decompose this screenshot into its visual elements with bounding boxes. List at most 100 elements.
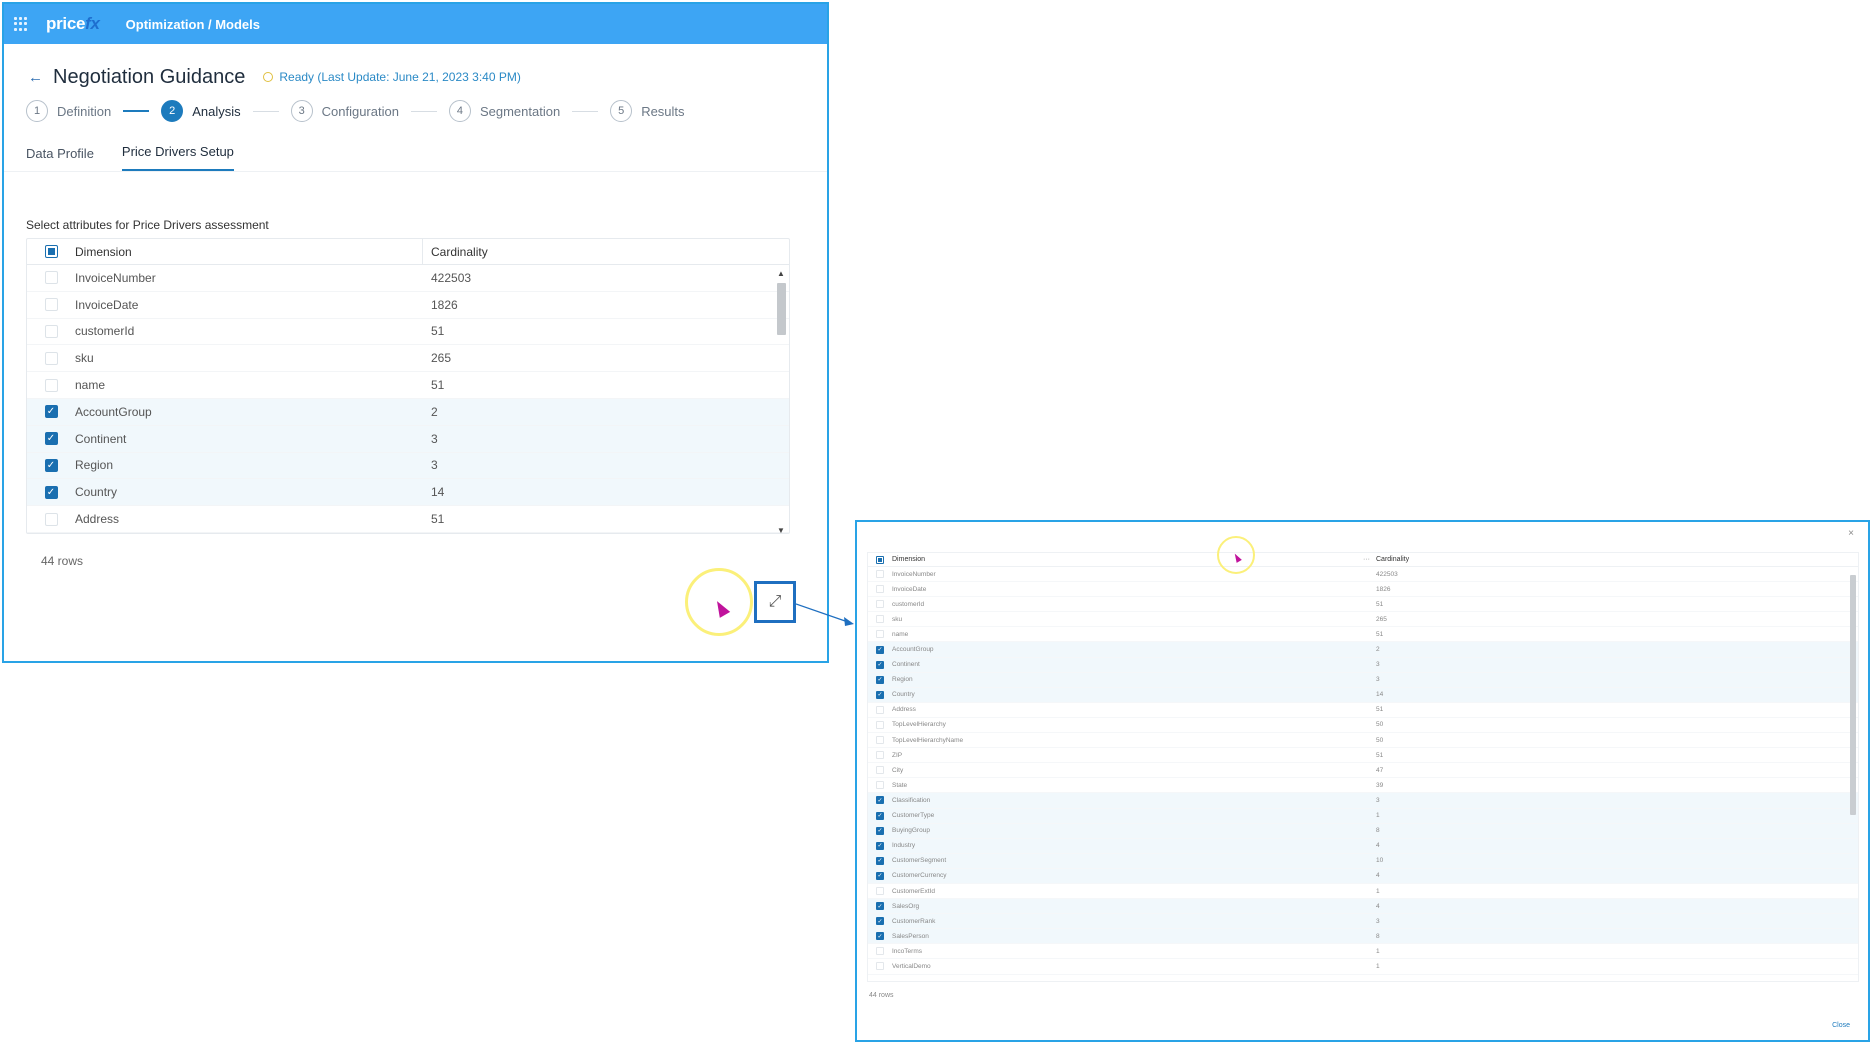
row-checkbox[interactable]: ✓	[44, 485, 58, 499]
table-row[interactable]: name 51	[27, 372, 789, 399]
table-row[interactable]: Address 51	[27, 506, 789, 533]
modal-row-checkbox[interactable]	[876, 705, 884, 714]
row-checkbox[interactable]	[44, 271, 58, 285]
modal-row-checkbox[interactable]	[876, 947, 884, 956]
row-checkbox[interactable]: ✓	[44, 432, 58, 446]
modal-table-row[interactable]: VerticalDemo 1	[868, 959, 1858, 975]
modal-scrollbar[interactable]	[1850, 569, 1856, 979]
modal-table-row[interactable]: ✓ SalesPerson 8	[868, 929, 1858, 945]
modal-table-row[interactable]: ZIP 51	[868, 748, 1858, 764]
scroll-up-icon[interactable]: ▲	[777, 269, 785, 278]
table-row[interactable]: customerId 51	[27, 319, 789, 346]
row-checkbox[interactable]	[44, 351, 58, 365]
modal-row-checkbox[interactable]	[876, 720, 884, 729]
tab-data-profile[interactable]: Data Profile	[26, 146, 94, 171]
modal-row-checkbox[interactable]	[876, 585, 884, 594]
modal-row-checkbox[interactable]	[876, 615, 884, 624]
modal-table-row[interactable]: ✓ Industry 4	[868, 838, 1858, 854]
table-row[interactable]: InvoiceDate 1826	[27, 292, 789, 319]
modal-table-row[interactable]: ✓ CustomerRank 3	[868, 914, 1858, 930]
modal-table-row[interactable]: ✓ CustomerCurrency 4	[868, 868, 1858, 884]
tab-price-drivers-setup[interactable]: Price Drivers Setup	[121, 144, 234, 171]
modal-table-row[interactable]: InvoiceDate 1826	[868, 582, 1858, 598]
modal-row-checkbox[interactable]: ✓	[876, 902, 884, 911]
modal-table-row[interactable]: sku 265	[868, 612, 1858, 628]
column-menu-icon[interactable]: ···	[1363, 556, 1370, 563]
modal-table-row[interactable]: CustomerExtId 1	[868, 884, 1858, 900]
modal-table-row[interactable]: TopLevelHierarchy 50	[868, 718, 1858, 734]
close-icon[interactable]: ×	[1848, 528, 1854, 539]
row-checkbox[interactable]	[44, 298, 58, 312]
modal-row-checkbox[interactable]	[876, 751, 884, 760]
step-segmentation[interactable]: 4 Segmentation	[448, 100, 560, 122]
modal-table-row[interactable]: ✓ CustomerType 1	[868, 808, 1858, 824]
table-row[interactable]: ✓ Country 14	[27, 479, 789, 507]
modal-row-checkbox[interactable]: ✓	[876, 645, 884, 654]
arrow-left-icon[interactable]: ←	[28, 69, 43, 86]
step-results[interactable]: 5 Results	[610, 100, 685, 122]
apps-grid-icon[interactable]	[14, 17, 28, 31]
column-header-dimension[interactable]: Dimension	[75, 239, 423, 264]
modal-table-row[interactable]: ✓ CustomerSegment 10	[868, 853, 1858, 869]
modal-row-checkbox[interactable]: ✓	[876, 690, 884, 699]
modal-row-checkbox[interactable]	[876, 962, 884, 971]
breadcrumb[interactable]: Optimization / Models	[126, 17, 260, 32]
expand-table-button[interactable]: ⤢	[754, 581, 796, 623]
modal-row-checkbox[interactable]: ✓	[876, 675, 884, 684]
select-all-checkbox[interactable]	[44, 245, 58, 258]
modal-column-header-dimension[interactable]: Dimension	[892, 556, 925, 563]
modal-table-row[interactable]: ✓ Country 14	[868, 687, 1858, 703]
modal-table-row[interactable]: IncoTerms 1	[868, 944, 1858, 960]
step-configuration[interactable]: 3 Configuration	[290, 100, 399, 122]
modal-table-row[interactable]: ✓ Region 3	[868, 672, 1858, 688]
scroll-thumb[interactable]	[777, 283, 786, 335]
table-row[interactable]: ✓ Continent 3	[27, 425, 789, 453]
modal-row-checkbox[interactable]: ✓	[876, 932, 884, 941]
modal-row-checkbox[interactable]	[876, 766, 884, 775]
modal-row-checkbox[interactable]	[876, 736, 884, 745]
modal-table-row[interactable]: ✓ AccountGroup 2	[868, 642, 1858, 658]
modal-select-all-checkbox[interactable]	[876, 555, 884, 564]
modal-column-header-cardinality[interactable]: Cardinality	[1376, 556, 1409, 563]
modal-table-row[interactable]: name 51	[868, 627, 1858, 643]
table-row[interactable]: ✓ AccountGroup 2	[27, 398, 789, 426]
modal-table-row[interactable]: ✓ SalesOrg 4	[868, 899, 1858, 915]
modal-table-row[interactable]: InvoiceNumber 422503	[868, 567, 1858, 583]
modal-close-button[interactable]: Close	[1832, 1022, 1850, 1029]
table-row[interactable]: sku 265	[27, 345, 789, 373]
modal-table-row[interactable]: TopLevelHierarchyName 50	[868, 733, 1858, 749]
modal-table-row[interactable]: customerId 51	[868, 597, 1858, 613]
scroll-down-icon[interactable]: ▼	[777, 526, 785, 535]
modal-row-checkbox[interactable]: ✓	[876, 856, 884, 865]
step-analysis[interactable]: 2 Analysis	[161, 100, 241, 122]
modal-row-checkbox[interactable]	[876, 570, 884, 579]
row-checkbox[interactable]	[44, 324, 58, 338]
modal-table-row[interactable]: ✓ BuyingGroup 8	[868, 823, 1858, 839]
modal-scroll-thumb[interactable]	[1850, 575, 1856, 815]
modal-table-row[interactable]: Address 51	[868, 703, 1858, 718]
modal-row-checkbox[interactable]: ✓	[876, 811, 884, 820]
modal-row-checkbox[interactable]: ✓	[876, 796, 884, 805]
row-checkbox[interactable]	[44, 378, 58, 392]
modal-table-row[interactable]: State 39	[868, 778, 1858, 794]
modal-row-checkbox[interactable]: ✓	[876, 826, 884, 835]
modal-table-row[interactable]: City 47	[868, 763, 1858, 779]
row-checkbox[interactable]	[44, 512, 58, 526]
modal-row-checkbox[interactable]	[876, 887, 884, 896]
modal-row-checkbox[interactable]: ✓	[876, 660, 884, 669]
modal-row-checkbox[interactable]: ✓	[876, 917, 884, 926]
modal-row-checkbox[interactable]: ✓	[876, 871, 884, 880]
modal-table-row[interactable]: ✓ Classification 3	[868, 793, 1858, 809]
modal-row-checkbox[interactable]: ✓	[876, 841, 884, 850]
modal-row-checkbox[interactable]	[876, 630, 884, 639]
table-row[interactable]: InvoiceNumber 422503	[27, 265, 789, 292]
modal-row-checkbox[interactable]	[876, 781, 884, 790]
table-row[interactable]: ✓ Region 3	[27, 452, 789, 480]
modal-row-checkbox[interactable]	[876, 600, 884, 609]
logo[interactable]: pricefx	[46, 14, 100, 34]
row-checkbox[interactable]: ✓	[44, 405, 58, 419]
step-definition[interactable]: 1 Definition	[26, 100, 111, 122]
column-header-cardinality[interactable]: Cardinality	[423, 245, 488, 259]
modal-table-row[interactable]: ✓ Continent 3	[868, 657, 1858, 673]
row-checkbox[interactable]: ✓	[44, 458, 58, 472]
